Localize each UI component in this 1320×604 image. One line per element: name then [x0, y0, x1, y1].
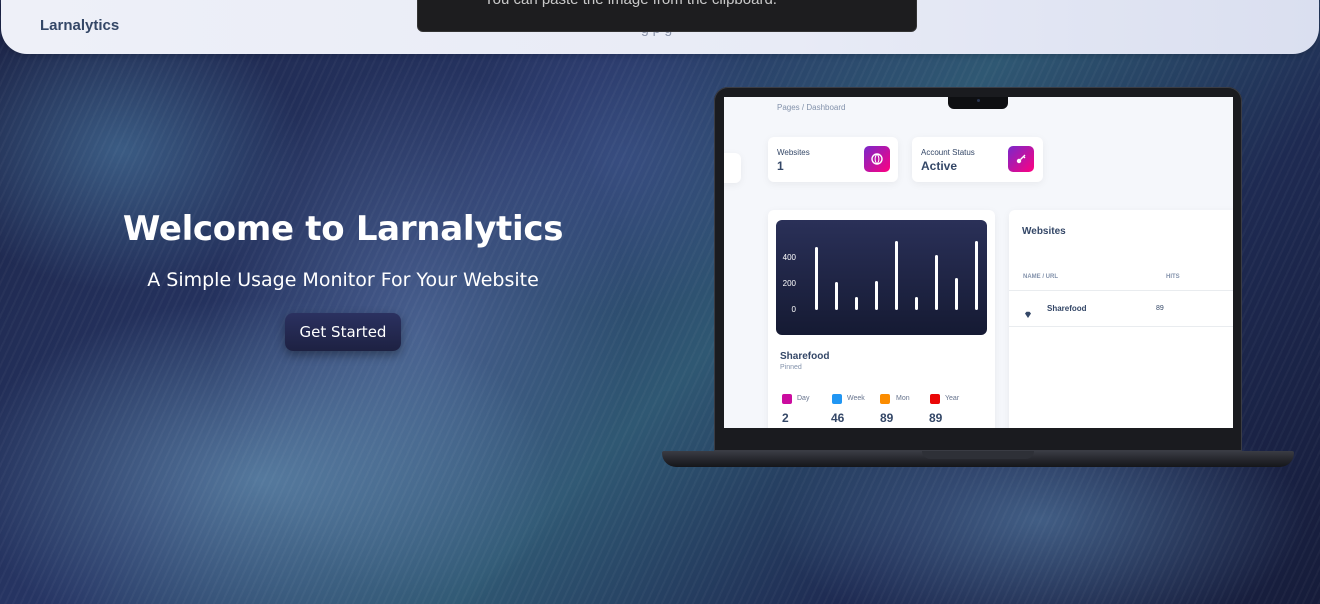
laptop-camera: [977, 99, 980, 102]
year-icon: [930, 394, 940, 404]
chart-bar: [855, 297, 858, 310]
table-divider: [1009, 326, 1233, 327]
chart-bar: [895, 241, 898, 310]
month-icon: [880, 394, 890, 404]
site-name[interactable]: Sharefood: [780, 351, 829, 362]
stat-card-websites: Websites 1: [768, 137, 898, 182]
chart-bar: [915, 296, 918, 310]
table-divider: [1009, 290, 1233, 291]
chart-bar: [815, 247, 818, 310]
sidebar-card-edge: [724, 153, 741, 183]
brand-logo[interactable]: Larnalytics: [40, 17, 119, 34]
site-url[interactable]: Sharefood: [1047, 304, 1087, 313]
dashboard-screenshot: Pages / Dashboard Websites 1 Account Sta…: [724, 97, 1233, 428]
stat-value: Active: [921, 159, 958, 173]
gem-icon: [1024, 304, 1032, 323]
site-pinned-label: Pinned: [780, 364, 802, 371]
chart-bar: [935, 255, 938, 310]
period-label-month: Mon: [896, 395, 910, 402]
hero-title: Welcome to Larnalytics: [122, 209, 564, 249]
period-label-year: Year: [945, 395, 960, 402]
period-label-day: Day: [797, 395, 810, 402]
site-hits: 89: [1156, 305, 1164, 312]
stat-value: 1: [777, 159, 784, 173]
week-icon: [832, 394, 842, 404]
hero-subtitle: A Simple Usage Monitor For Your Website: [147, 269, 539, 291]
period-label-week: Week: [847, 395, 865, 402]
laptop-base-groove: [922, 451, 1034, 459]
period-value-week: 46: [831, 411, 845, 425]
websites-table-card: [1009, 210, 1233, 428]
table-header-name: NAME / URL: [1023, 274, 1058, 280]
stat-label: Account Status: [921, 148, 975, 157]
period-value-day: 2: [782, 411, 789, 425]
chart-bar: [875, 280, 878, 310]
day-icon: [782, 394, 792, 404]
table-title: Websites: [1022, 226, 1066, 237]
table-header-hits: HITS: [1166, 274, 1180, 280]
clipboard-toast: You can paste the image from the clipboa…: [417, 0, 917, 32]
stat-label: Websites: [777, 148, 810, 157]
y-tick-label: 200: [782, 279, 796, 288]
key-icon: [1008, 146, 1034, 172]
toast-message: You can paste the image from the clipboa…: [484, 0, 777, 8]
chart-bar: [835, 282, 838, 310]
hits-bar-chart: 400 200 0: [776, 220, 987, 335]
get-started-button[interactable]: Get Started: [285, 313, 401, 351]
y-tick-label: 400: [782, 253, 796, 262]
period-value-month: 89: [880, 411, 894, 425]
globe-icon: [864, 146, 890, 172]
y-tick-label: 0: [791, 305, 796, 314]
breadcrumb: Pages / Dashboard: [777, 103, 846, 112]
stat-card-account-status: Account Status Active: [912, 137, 1043, 182]
period-value-year: 89: [929, 411, 943, 425]
chart-bar: [955, 277, 958, 310]
chart-bar: [975, 241, 978, 310]
